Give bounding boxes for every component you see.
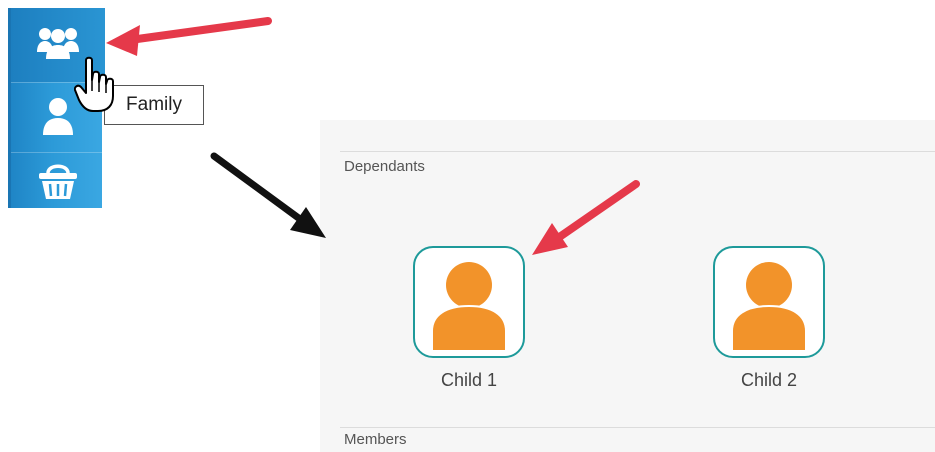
screenshot-canvas: Family Dependants Child 1 Child 2 Member… <box>0 0 935 452</box>
red-arrow-icon <box>532 180 640 255</box>
annotation-arrows <box>106 17 640 255</box>
red-arrow-icon <box>106 17 272 56</box>
black-arrow-icon <box>210 152 326 238</box>
